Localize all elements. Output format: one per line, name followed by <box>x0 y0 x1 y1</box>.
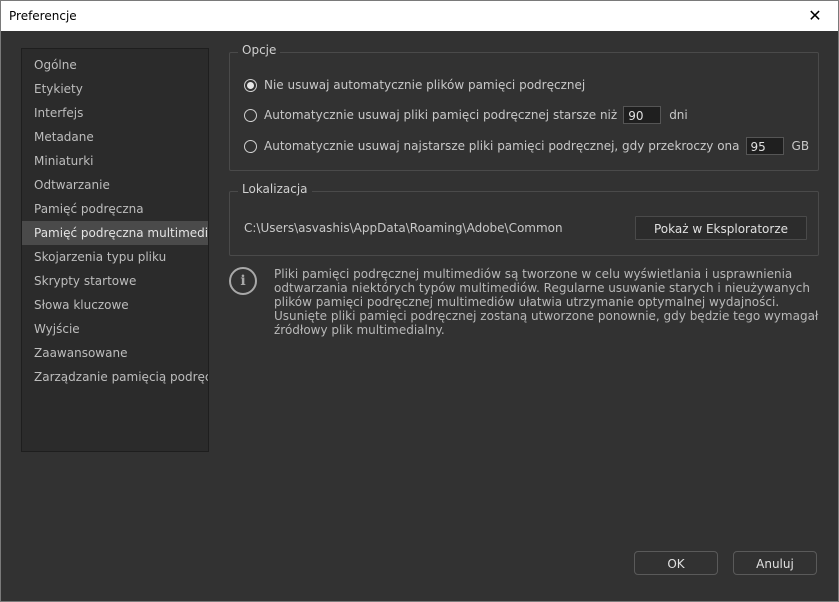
sidebar-item-interface[interactable]: Interfejs <box>22 101 208 125</box>
sidebar-item-metadata[interactable]: Metadane <box>22 125 208 149</box>
option-row-delete-oldest[interactable]: Automatycznie usuwaj najstarsze pliki pa… <box>244 136 809 156</box>
sidebar-item-cache-management[interactable]: Zarządzanie pamięcią podręczną <box>22 365 208 389</box>
radio-delete-oldest[interactable] <box>244 139 257 153</box>
days-input[interactable]: 90 <box>623 106 662 124</box>
radio-no-auto-delete[interactable] <box>244 78 257 92</box>
radio-delete-older-label: Automatycznie usuwaj pliki pamięci podrę… <box>264 108 618 122</box>
window-title: Preferencje <box>9 9 77 23</box>
options-group-title: Opcje <box>238 43 281 57</box>
info-text: Pliki pamięci podręcznej multimediów są … <box>274 267 819 337</box>
ok-button[interactable]: OK <box>634 551 718 575</box>
radio-delete-older[interactable] <box>244 108 257 122</box>
sidebar-item-advanced[interactable]: Zaawansowane <box>22 341 208 365</box>
preferences-sidebar: Ogólne Etykiety Interfejs Metadane Minia… <box>21 48 209 452</box>
days-unit-label: dni <box>669 108 688 122</box>
info-icon: i <box>229 267 257 295</box>
sidebar-item-general[interactable]: Ogólne <box>22 53 208 77</box>
radio-no-auto-delete-label: Nie usuwaj automatycznie plików pamięci … <box>264 78 586 92</box>
location-group-title: Lokalizacja <box>238 182 312 196</box>
preferences-window: Preferencje ✕ Ogólne Etykiety Interfejs … <box>0 0 839 602</box>
cancel-button[interactable]: Anuluj <box>733 551 817 575</box>
size-limit-input[interactable]: 95 <box>745 137 784 155</box>
option-row-no-auto-delete[interactable]: Nie usuwaj automatycznie plików pamięci … <box>244 75 585 95</box>
location-group: Lokalizacja C:\Users\asvashis\AppData\Ro… <box>229 182 819 256</box>
options-group: Opcje Nie usuwaj automatycznie plików pa… <box>229 43 819 171</box>
sidebar-item-output[interactable]: Wyjście <box>22 317 208 341</box>
cache-path-text: C:\Users\asvashis\AppData\Roaming\Adobe\… <box>244 221 563 235</box>
sidebar-item-labels[interactable]: Etykiety <box>22 77 208 101</box>
radio-delete-oldest-label: Automatycznie usuwaj najstarsze pliki pa… <box>264 139 740 153</box>
title-bar: Preferencje ✕ <box>1 1 838 31</box>
info-panel: i Pliki pamięci podręcznej multimediów s… <box>229 267 819 337</box>
size-unit-label: GB <box>791 139 810 153</box>
show-in-explorer-button[interactable]: Pokaż w Eksploratorze <box>635 216 807 240</box>
sidebar-item-thumbnails[interactable]: Miniaturki <box>22 149 208 173</box>
sidebar-item-keywords[interactable]: Słowa kluczowe <box>22 293 208 317</box>
close-icon[interactable]: ✕ <box>792 1 838 31</box>
sidebar-item-cache[interactable]: Pamięć podręczna <box>22 197 208 221</box>
sidebar-item-media-cache[interactable]: Pamięć podręczna multimediów <box>22 221 208 245</box>
sidebar-item-playback[interactable]: Odtwarzanie <box>22 173 208 197</box>
option-row-delete-older[interactable]: Automatycznie usuwaj pliki pamięci podrę… <box>244 105 688 125</box>
sidebar-item-file-type-associations[interactable]: Skojarzenia typu pliku <box>22 245 208 269</box>
sidebar-item-startup-scripts[interactable]: Skrypty startowe <box>22 269 208 293</box>
